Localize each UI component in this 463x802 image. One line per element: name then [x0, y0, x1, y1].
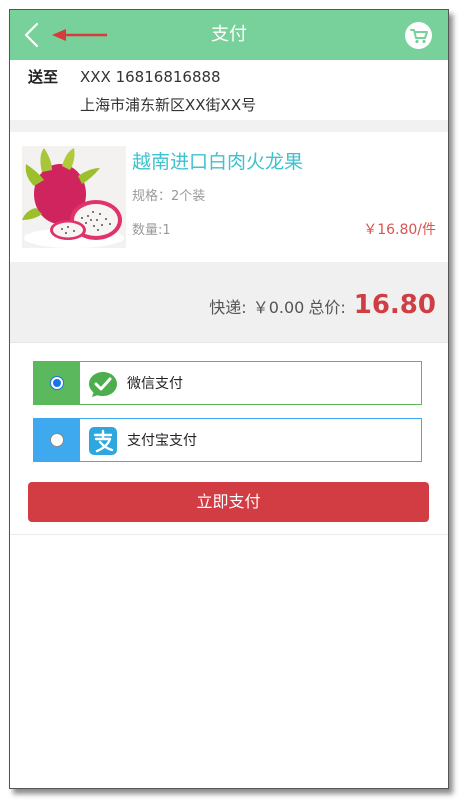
product-image: [22, 146, 126, 248]
wechat-pay-radio-area[interactable]: [34, 362, 80, 404]
divider: [10, 342, 448, 343]
page-title: 支付: [211, 24, 247, 45]
order-summary: 快递: ￥0.00 总价: 16.80: [10, 262, 448, 342]
total-amount: 16.80: [353, 290, 436, 320]
ship-to-label: 送至: [28, 68, 59, 86]
wechat-pay-radio[interactable]: [50, 376, 64, 390]
section-divider: [10, 120, 448, 132]
total-label: 总价:: [308, 298, 346, 317]
alipay-label: 支付宝支付: [127, 433, 197, 449]
shipping-fee: ￥0.00: [252, 298, 305, 317]
alipay-radio[interactable]: [50, 433, 64, 447]
summary-row: 快递: ￥0.00 总价: 16.80: [209, 290, 436, 320]
alipay-icon: [89, 427, 117, 455]
recipient-name-phone: XXX 16816816888: [80, 68, 221, 86]
pay-now-button[interactable]: 立即支付: [28, 482, 429, 522]
wechat-pay-icon: [89, 372, 117, 397]
divider: [10, 534, 448, 535]
alipay-option[interactable]: 支付宝支付: [33, 418, 422, 462]
header-bar: 支付: [10, 10, 448, 60]
product-price: ￥16.80/件: [363, 222, 436, 238]
wechat-pay-label: 微信支付: [127, 376, 183, 392]
phone-screen: 支付 送至 XXX 16816816888 上海市浦东新区XX街XX号 越南进口…: [9, 9, 449, 789]
recipient-address: 上海市浦东新区XX街XX号: [80, 96, 257, 114]
cart-button[interactable]: [405, 22, 432, 49]
product-name[interactable]: 越南进口白肉火龙果: [132, 150, 303, 174]
shipping-label: 快递:: [209, 298, 247, 317]
product-spec: 规格：2个装: [132, 189, 206, 204]
cart-icon: [409, 28, 428, 43]
product-quantity: 数量:1: [132, 223, 171, 238]
wechat-pay-option[interactable]: 微信支付: [33, 361, 422, 405]
alipay-radio-area[interactable]: [34, 419, 80, 461]
